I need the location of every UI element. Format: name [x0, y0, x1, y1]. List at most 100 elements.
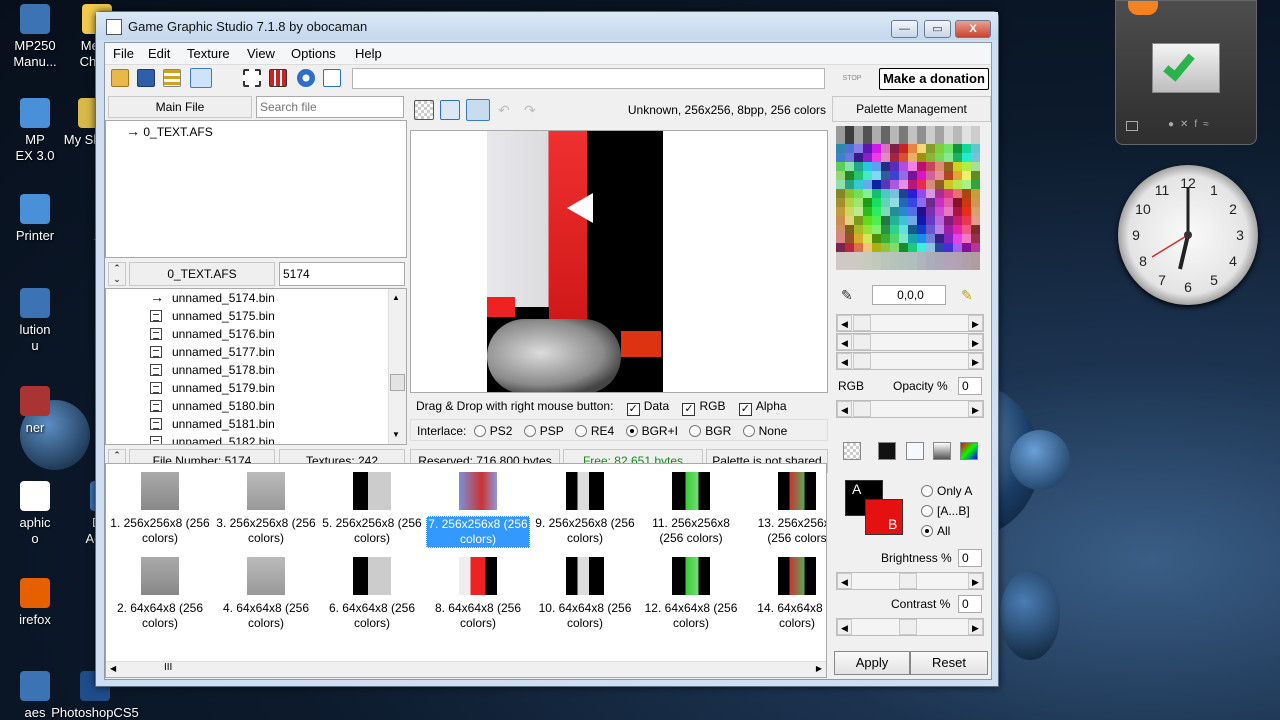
palette-swatch[interactable]	[890, 189, 899, 198]
palette-swatch[interactable]	[881, 189, 890, 198]
close-button[interactable]: X	[955, 20, 991, 38]
palette-swatch[interactable]	[890, 153, 899, 162]
menu-texture[interactable]: Texture	[187, 46, 230, 61]
main-file-button[interactable]: Main File	[108, 96, 252, 118]
palette-swatch[interactable]	[944, 126, 953, 135]
file-list-item[interactable]: unnamed_5175.bin	[106, 307, 388, 325]
file-list-item[interactable]: unnamed_5178.bin	[106, 361, 388, 379]
palette-swatch[interactable]	[953, 126, 962, 135]
palette-swatch[interactable]	[962, 207, 971, 216]
palette-swatch[interactable]	[836, 234, 845, 243]
palette-swatch[interactable]	[926, 207, 935, 216]
texture-preview[interactable]	[410, 130, 828, 393]
palette-swatch[interactable]	[953, 261, 962, 270]
palette-swatch[interactable]	[944, 153, 953, 162]
palette-swatch[interactable]	[890, 216, 899, 225]
palette-swatch[interactable]	[917, 243, 926, 252]
palette-swatch[interactable]	[845, 234, 854, 243]
menu-view[interactable]: View	[247, 46, 275, 61]
radio-none[interactable]: None	[742, 424, 787, 438]
gradient-bg-icon[interactable]	[933, 442, 951, 460]
palette-swatch[interactable]	[944, 135, 953, 144]
palette-swatch[interactable]	[881, 135, 890, 144]
palette-swatch[interactable]	[890, 171, 899, 180]
palette-swatch[interactable]	[845, 189, 854, 198]
social-icons[interactable]: ●✕f≈	[1168, 119, 1248, 133]
palette-swatch[interactable]	[944, 234, 953, 243]
palette-swatch[interactable]	[899, 261, 908, 270]
palette-swatch[interactable]	[836, 135, 845, 144]
palette-swatch[interactable]	[971, 153, 980, 162]
tree-item-root[interactable]: → 0_TEXT.AFS	[126, 123, 213, 139]
file-list-item[interactable]: unnamed_5181.bin	[106, 415, 388, 433]
palette-swatch[interactable]	[881, 207, 890, 216]
palette-swatch[interactable]	[917, 180, 926, 189]
palette-swatch[interactable]	[881, 198, 890, 207]
palette-swatch[interactable]	[971, 180, 980, 189]
stop-button[interactable]: STOP	[827, 68, 877, 89]
palette-swatch[interactable]	[908, 252, 917, 261]
palette-swatch[interactable]	[935, 144, 944, 153]
palette-swatch[interactable]	[890, 162, 899, 171]
palette-swatch[interactable]	[962, 171, 971, 180]
palette-swatch[interactable]	[935, 135, 944, 144]
palette-swatch[interactable]	[926, 135, 935, 144]
file-list-item[interactable]: → unnamed_5174.bin	[106, 289, 388, 307]
palette-swatch[interactable]	[899, 207, 908, 216]
palette-swatch[interactable]	[863, 144, 872, 153]
palette-swatch[interactable]	[944, 207, 953, 216]
palette-swatch[interactable]	[908, 153, 917, 162]
palette-swatch[interactable]	[935, 171, 944, 180]
palette-swatch[interactable]	[917, 171, 926, 180]
scroll-up-icon[interactable]: ▲	[392, 293, 400, 302]
radio-only-a[interactable]: Only A	[921, 481, 972, 501]
palette-swatch[interactable]	[962, 135, 971, 144]
palette-swatch[interactable]	[935, 162, 944, 171]
palette-swatch[interactable]	[962, 234, 971, 243]
texture-thumbnail[interactable]: 4. 64x64x8 (256 colors)	[214, 557, 318, 631]
spin-updown-button[interactable]: ⌃⌄	[108, 262, 126, 286]
palette-swatch[interactable]	[953, 243, 962, 252]
texture-thumbnail[interactable]: 11. 256x256x8 (256 colors)	[639, 472, 743, 546]
window-icon[interactable]	[1126, 121, 1138, 131]
palette-swatch[interactable]	[971, 225, 980, 234]
palette-swatch[interactable]	[854, 126, 863, 135]
brightness-slider[interactable]: ◀ ▶	[836, 572, 984, 590]
palette-swatch[interactable]	[872, 144, 881, 153]
palette-swatch[interactable]	[845, 261, 854, 270]
palette-swatch[interactable]	[944, 261, 953, 270]
palette-swatch[interactable]	[854, 135, 863, 144]
palette-swatch[interactable]	[836, 162, 845, 171]
palette-swatch[interactable]	[881, 180, 890, 189]
palette-swatch[interactable]	[917, 252, 926, 261]
palette-swatch[interactable]	[935, 243, 944, 252]
palette-swatch[interactable]	[899, 234, 908, 243]
palette-swatch[interactable]	[944, 225, 953, 234]
palette-swatch[interactable]	[863, 198, 872, 207]
scroll-right-icon[interactable]: ▶	[816, 664, 822, 673]
palette-swatch[interactable]	[872, 261, 881, 270]
palette-swatch[interactable]	[836, 180, 845, 189]
palette-swatch[interactable]	[854, 225, 863, 234]
palette-swatch[interactable]	[935, 252, 944, 261]
container-button[interactable]: 0_TEXT.AFS	[129, 262, 275, 286]
thumbnail-scrollbar[interactable]: ◀ III ▶	[106, 661, 826, 677]
palette-swatch[interactable]	[971, 252, 980, 261]
palette-swatch[interactable]	[926, 126, 935, 135]
palette-swatch[interactable]	[899, 198, 908, 207]
texture-thumbnail[interactable]: 2. 64x64x8 (256 colors)	[108, 557, 212, 631]
palette-swatch[interactable]	[872, 162, 881, 171]
donate-button[interactable]: Make a donation	[879, 68, 989, 90]
palette-swatch[interactable]	[962, 261, 971, 270]
palette-swatch[interactable]	[953, 225, 962, 234]
texture-thumbnail[interactable]: 3. 256x256x8 (256 colors)	[214, 472, 318, 546]
palette-swatch[interactable]	[863, 243, 872, 252]
palette-swatch[interactable]	[926, 153, 935, 162]
palette-swatch[interactable]	[953, 180, 962, 189]
palette-swatch[interactable]	[935, 261, 944, 270]
palette-swatch[interactable]	[962, 153, 971, 162]
palette-swatch[interactable]	[917, 207, 926, 216]
palette-swatch[interactable]	[890, 243, 899, 252]
palette-swatch[interactable]	[836, 243, 845, 252]
palette-swatch[interactable]	[971, 234, 980, 243]
